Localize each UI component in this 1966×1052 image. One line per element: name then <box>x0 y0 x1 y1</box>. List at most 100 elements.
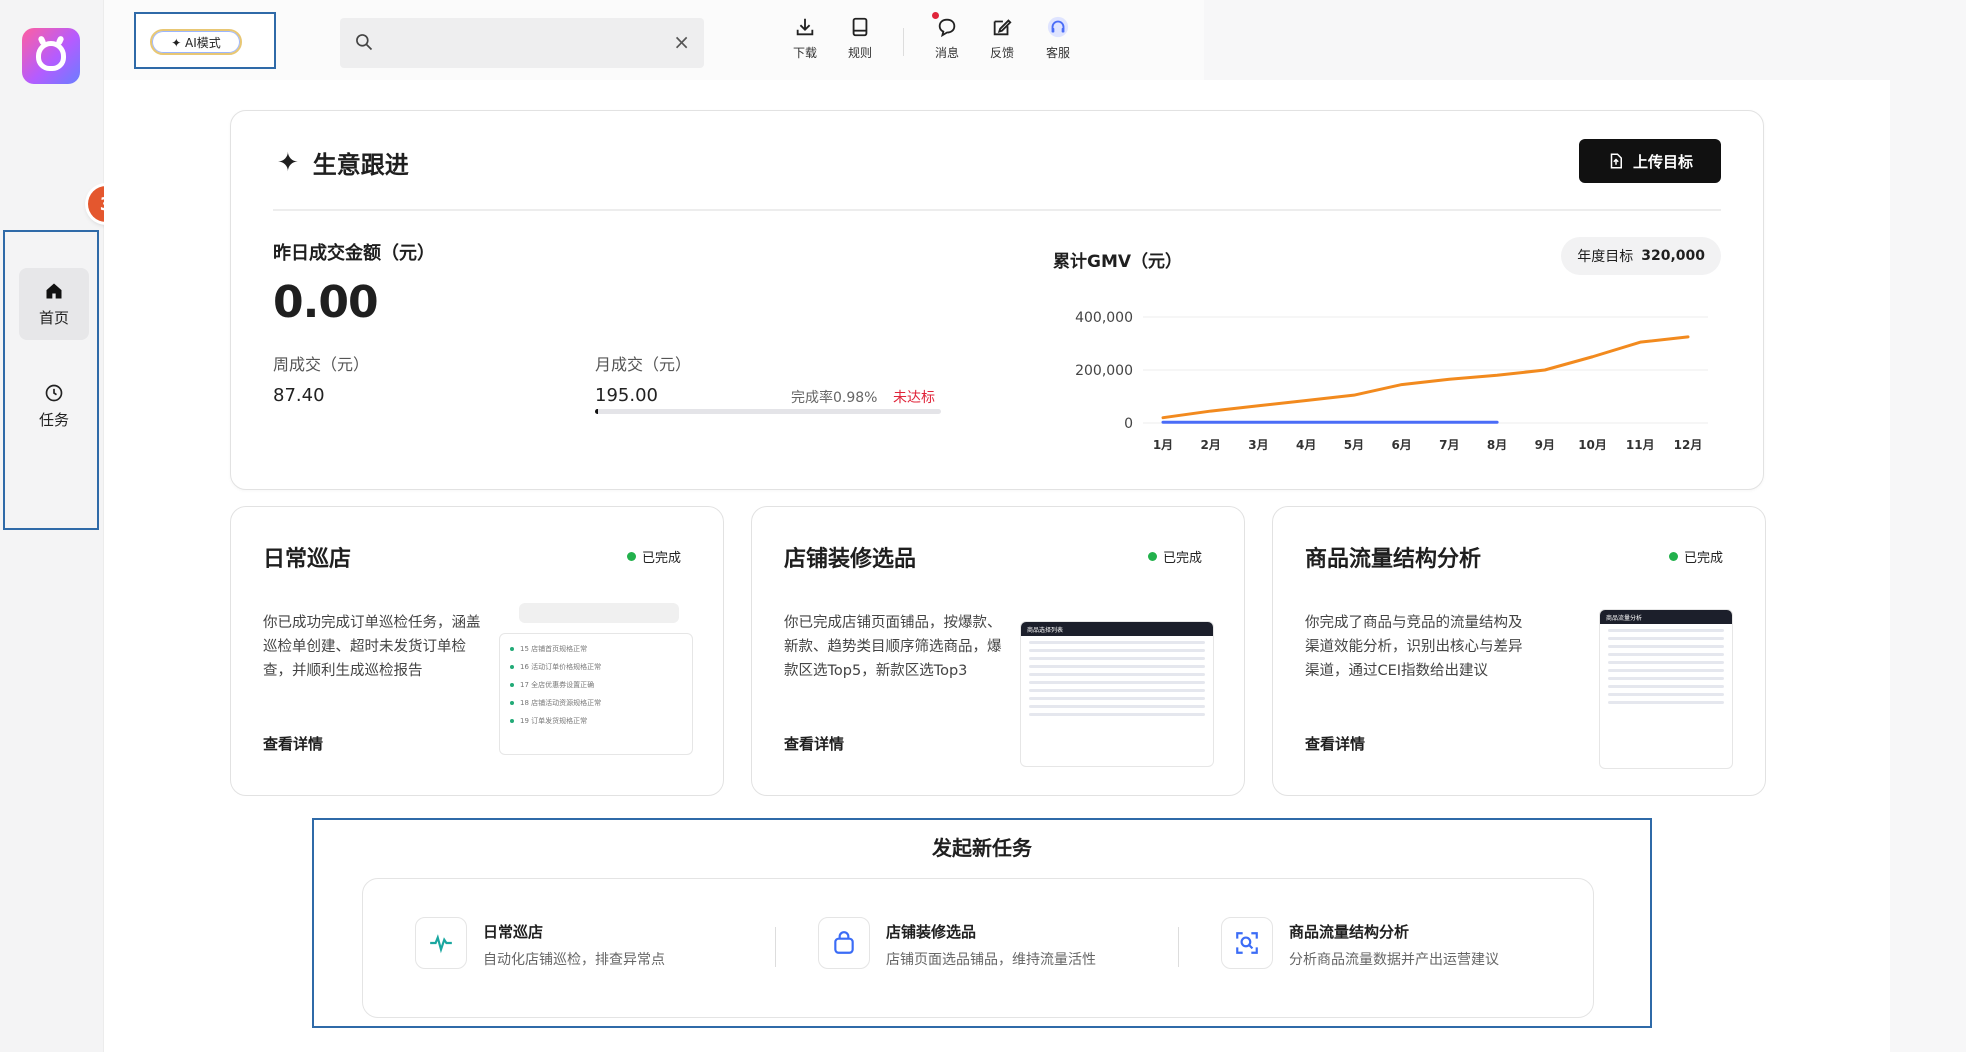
new-task-traffic[interactable]: 商品流量结构分析 分析商品流量数据并产出运营建议 <box>1221 917 1581 973</box>
thumb-dot <box>510 719 514 723</box>
messages-button[interactable]: 消息 <box>922 16 972 68</box>
thumb-row-text: 17 全店优惠券设置正确 <box>520 681 595 689</box>
x-tick-label: 1月 <box>1153 438 1173 452</box>
headset-icon <box>1047 16 1069 38</box>
view-details-link[interactable]: 查看详情 <box>1305 733 1365 754</box>
task-card-title: 商品流量结构分析 <box>1305 547 1482 572</box>
x-tick-label: 6月 <box>1391 438 1411 452</box>
download-icon <box>796 18 814 36</box>
yesterday-value: 0.00 <box>273 277 379 328</box>
gmv-chart-title: 累计GMV（元） <box>1053 252 1183 272</box>
thumb-row-text: 16 活动订单价格规格正常 <box>520 663 602 671</box>
thumb-row: 19 订单发货规格正常 <box>500 712 692 730</box>
business-tracking-card: ✦ 生意跟进 上传目标 昨日成交金额（元） 0.00 周成交（元） 87.40 … <box>230 110 1764 490</box>
logo-mark <box>36 41 66 71</box>
rules-button[interactable]: 规则 <box>835 16 885 68</box>
thumb-header: 商品选择列表 <box>1021 622 1213 636</box>
yesterday-label: 昨日成交金额（元） <box>273 243 435 264</box>
new-task-item-title: 日常巡店 <box>483 923 544 941</box>
thumb-line <box>1029 713 1205 716</box>
upload-target-button[interactable]: 上传目标 <box>1579 139 1721 183</box>
messages-label: 消息 <box>934 46 959 60</box>
new-task-item-title: 商品流量结构分析 <box>1289 923 1410 941</box>
task-card-desc: 你已成功完成订单巡检任务，涵盖巡检单创建、超时未发货订单检查，并顺利生成巡检报告 <box>263 615 481 679</box>
sidebar-item-tasks[interactable]: 任务 <box>19 370 89 442</box>
new-task-title: 发起新任务 <box>932 836 1032 860</box>
new-task-patrol[interactable]: 日常巡店 自动化店铺巡检，排查异常点 <box>415 917 775 973</box>
month-completion-rate: 完成率0.98% <box>791 390 878 406</box>
support-button[interactable]: 客服 <box>1033 16 1083 68</box>
thumb-line <box>1608 677 1724 680</box>
thumb-line <box>1608 645 1724 648</box>
month-progress-bar <box>595 409 941 414</box>
thumb-line <box>1029 689 1205 692</box>
new-task-item-desc: 分析商品流量数据并产出运营建议 <box>1289 952 1499 968</box>
task-card-patrol: 日常巡店 已完成 你已成功完成订单巡检任务，涵盖巡检单创建、超时未发货订单检查，… <box>230 506 724 796</box>
y-tick-label: 0 <box>1124 416 1133 432</box>
scan-search-icon <box>1236 932 1258 954</box>
thumb-shadow <box>519 603 679 623</box>
month-progress-fill <box>595 409 599 414</box>
close-icon[interactable]: × <box>673 30 690 54</box>
sidebar-item-label: 首页 <box>38 308 69 327</box>
thumb-header: 商品流量分析 <box>1600 610 1732 624</box>
sidebar-item-label: 任务 <box>38 410 69 429</box>
view-details-link[interactable]: 查看详情 <box>263 733 323 754</box>
month-status: 未达标 <box>893 390 935 406</box>
feedback-button[interactable]: 反馈 <box>977 16 1027 68</box>
x-tick-label: 2月 <box>1201 438 1221 452</box>
pulse-icon <box>430 934 452 954</box>
new-task-selection[interactable]: 店铺装修选品 店铺页面选品铺品，维持流量活性 <box>818 917 1178 973</box>
download-label: 下载 <box>792 46 817 60</box>
ai-mode-toggle[interactable]: ✦ AI模式 <box>150 29 242 55</box>
traffic-thumbnail: 商品流量分析 <box>1599 609 1733 769</box>
feedback-icon <box>993 19 1012 36</box>
sparkle-icon: ✦ <box>277 147 299 178</box>
y-tick-label: 400,000 <box>1075 310 1133 326</box>
thumb-row: 16 活动订单价格规格正常 <box>500 658 692 676</box>
pulse-icon-box <box>415 917 467 969</box>
x-tick-label: 4月 <box>1296 438 1316 452</box>
thumb-line <box>1608 693 1724 696</box>
view-details-link[interactable]: 查看详情 <box>784 733 844 754</box>
sidebar: 首页 任务 <box>0 0 104 1052</box>
status-badge: 已完成 <box>1147 547 1202 566</box>
thumb-line <box>1029 657 1205 660</box>
divider <box>273 209 1721 211</box>
status-text: 已完成 <box>1162 551 1202 566</box>
sidebar-item-home[interactable]: 首页 <box>19 268 89 340</box>
scan-icon-box <box>1221 917 1273 969</box>
new-task-panel: 发起新任务 日常巡店 自动化店铺巡检，排查异常点 店铺装修选品 店铺页面选品铺品… <box>312 818 1652 1028</box>
thumb-line <box>1029 641 1205 644</box>
thumb-dot <box>510 701 514 705</box>
upload-target-label: 上传目标 <box>1632 152 1693 171</box>
thumb-row-text: 19 订单发货规格正常 <box>520 717 588 725</box>
x-tick-label: 3月 <box>1248 438 1268 452</box>
unread-dot <box>932 12 939 19</box>
y-tick-label: 200,000 <box>1075 363 1133 379</box>
thumb-line <box>1608 701 1724 704</box>
selection-thumbnail: 商品选择列表 <box>1020 621 1214 767</box>
thumb-row: 18 店铺活动资源规格正常 <box>500 694 692 712</box>
new-task-item-desc: 店铺页面选品铺品，维持流量活性 <box>886 952 1096 968</box>
x-tick-label: 9月 <box>1535 438 1555 452</box>
thumb-line <box>1608 653 1724 656</box>
patrol-thumbnail: 15 店铺首页规格正常 16 活动订单价格规格正常 17 全店优惠券设置正确 1… <box>499 633 693 755</box>
thumb-line <box>1029 705 1205 708</box>
task-card-title: 店铺装修选品 <box>784 547 917 572</box>
download-button[interactable]: 下载 <box>780 16 830 68</box>
search-input[interactable] <box>384 28 644 58</box>
thumb-dot <box>510 665 514 669</box>
done-dot <box>626 552 636 561</box>
bag-icon-box <box>818 917 870 969</box>
message-icon <box>938 18 956 38</box>
task-card-traffic: 商品流量结构分析 已完成 你完成了商品与竞品的流量结构及渠道效能分析，识别出核心… <box>1272 506 1766 796</box>
bag-icon <box>834 931 854 954</box>
thumb-line <box>1608 669 1724 672</box>
x-tick-label: 7月 <box>1439 438 1459 452</box>
thumb-dot <box>510 647 514 651</box>
app-logo[interactable] <box>22 28 80 84</box>
status-text: 已完成 <box>641 551 681 566</box>
sidebar-nav: 首页 任务 <box>3 230 99 530</box>
thumb-line <box>1608 637 1724 640</box>
